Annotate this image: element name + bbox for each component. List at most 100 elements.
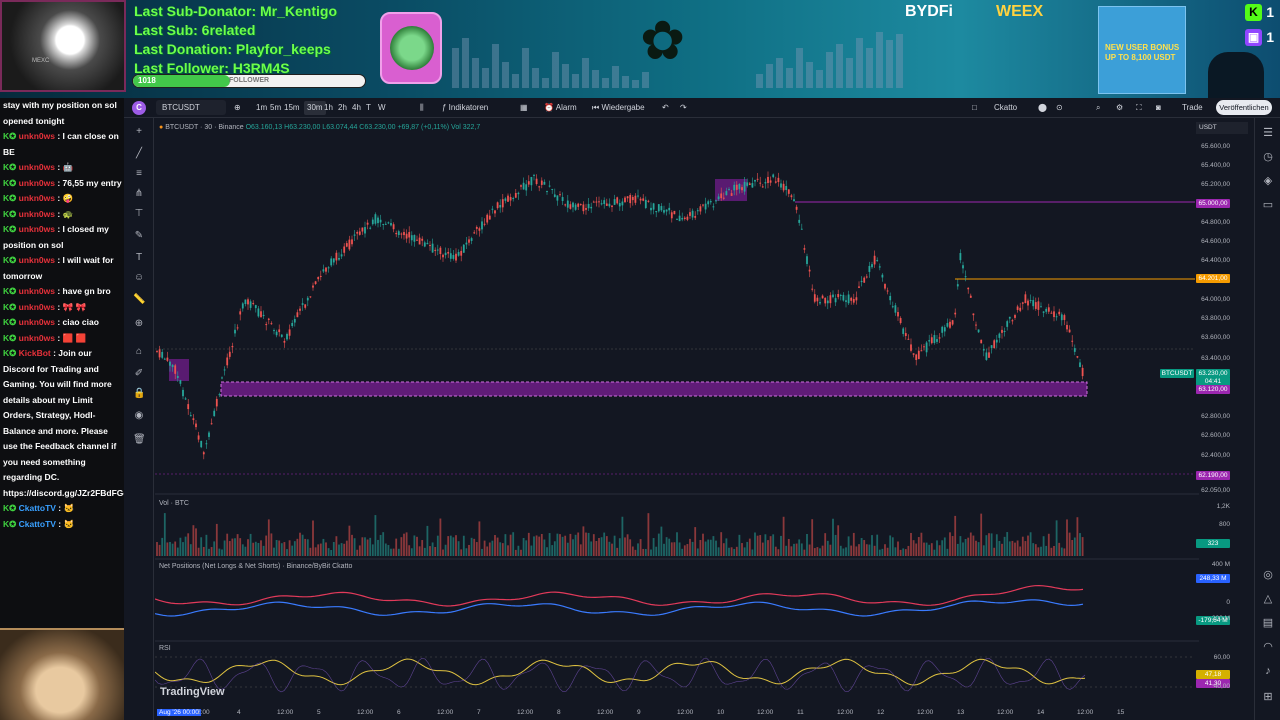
emoji-icon[interactable]: ☺: [133, 272, 145, 284]
text-icon[interactable]: T: [133, 252, 145, 264]
interval-1m[interactable]: 1m: [256, 101, 267, 115]
candle-body: [910, 344, 912, 351]
interval-30m[interactable]: 30m: [304, 101, 326, 115]
lock-draw-icon[interactable]: ✐: [133, 368, 145, 380]
chat-username[interactable]: unkn0ws: [19, 178, 55, 188]
volume-bar: [873, 545, 876, 556]
triangle-icon[interactable]: △: [1261, 592, 1275, 606]
chat-username[interactable]: CkattoTV: [19, 503, 56, 513]
more-icon[interactable]: ⊙: [1056, 101, 1063, 115]
broadcast-icon[interactable]: ◠: [1261, 640, 1275, 654]
watchlist-icon[interactable]: ☰: [1261, 126, 1275, 140]
chat-username[interactable]: KickBot: [19, 348, 51, 358]
chat-username[interactable]: unkn0ws: [19, 255, 55, 265]
chat-username[interactable]: unkn0ws: [19, 224, 55, 234]
search-icon[interactable]: ⌕: [1096, 101, 1100, 115]
interval-1h[interactable]: 1h: [324, 101, 333, 115]
pitchfork-icon[interactable]: ⋔: [133, 188, 145, 200]
volume-bar: [611, 543, 613, 556]
candle-body: [1008, 316, 1011, 319]
interval-2h[interactable]: 2h: [338, 101, 347, 115]
candle-body: [452, 255, 455, 259]
target-icon[interactable]: ◎: [1261, 568, 1275, 582]
chat-username[interactable]: unkn0ws: [19, 193, 55, 203]
stream-overlay: MEXC Last Sub-Donator: Mr_Kentigo Last S…: [0, 0, 1280, 98]
zoom-icon[interactable]: ⊕: [133, 318, 145, 330]
last-sub-donator: Last Sub-Donator: Mr_Kentigo: [134, 3, 337, 19]
chat-username[interactable]: unkn0ws: [19, 209, 55, 219]
chat-username[interactable]: CkattoTV: [19, 519, 56, 529]
alarm-button[interactable]: ⏰ Alarm: [544, 101, 577, 115]
interval-W[interactable]: W: [378, 101, 386, 115]
price-axis[interactable]: 65.600,00 65.400,00 65.200,00 64.800,00 64.6…: [1160, 119, 1254, 709]
volume-bar: [798, 539, 801, 556]
crosshair-icon[interactable]: +: [133, 126, 145, 138]
bell-icon[interactable]: ♪: [1261, 664, 1275, 678]
chat-username[interactable]: unkn0ws: [19, 302, 55, 312]
volume-bar: [455, 535, 457, 556]
brush-icon[interactable]: ✎: [133, 230, 145, 242]
candle-body: [546, 191, 548, 193]
alerts-clock-icon[interactable]: ◷: [1261, 150, 1275, 164]
horizontal-lines-icon[interactable]: ≡: [133, 168, 145, 180]
candle-body: [439, 247, 442, 255]
fib-icon[interactable]: ⊤: [133, 208, 145, 220]
candle-body: [748, 183, 751, 186]
price-level-label: 62.400,00: [1201, 452, 1230, 459]
time-axis[interactable]: Aug '26 00:00 2:00 4 12:00 5 12:00 6 12:00 7 12:0…: [155, 707, 1199, 720]
interval-T[interactable]: T: [366, 101, 371, 115]
interval-15m[interactable]: 15m: [284, 101, 300, 115]
chat-username[interactable]: unkn0ws: [19, 131, 55, 141]
chat-icon[interactable]: ▭: [1261, 198, 1275, 212]
chat-username[interactable]: unkn0ws: [19, 317, 55, 327]
layout-square-icon[interactable]: □: [972, 101, 977, 115]
toggle-circle-icon[interactable]: ⬤: [1038, 101, 1047, 115]
layers-icon[interactable]: ◈: [1261, 174, 1275, 188]
interval-5m[interactable]: 5m: [270, 101, 281, 115]
bar-type-icon[interactable]: ⫼: [420, 101, 424, 115]
trade-button[interactable]: Trade: [1178, 100, 1207, 115]
promo-card: NEW USER BONUS UP TO 8,100 USDT: [1098, 6, 1186, 94]
magnet-icon[interactable]: ⌂: [133, 346, 145, 358]
replay-button[interactable]: ⏮ Wiedergabe: [592, 101, 645, 115]
chat-username[interactable]: unkn0ws: [19, 333, 55, 343]
symbol-search[interactable]: BTCUSDT: [156, 100, 226, 115]
chart-area[interactable]: ● BTCUSDT · 30 · Binance O63.160,13 H63.…: [155, 119, 1199, 709]
chat-username[interactable]: unkn0ws: [19, 286, 55, 296]
profile-icon[interactable]: C: [132, 101, 146, 115]
help-icon[interactable]: ⊞: [1261, 690, 1275, 704]
calendar-icon[interactable]: ▤: [1261, 616, 1275, 630]
volume-bar: [509, 534, 512, 556]
trendline-icon[interactable]: ╱: [133, 148, 145, 160]
volume-bar: [174, 541, 177, 556]
ruler-icon[interactable]: 📏: [133, 294, 145, 306]
price-chart[interactable]: [155, 119, 1199, 709]
volume-bar: [205, 534, 208, 556]
chat-username[interactable]: unkn0ws: [19, 162, 55, 172]
currency-select[interactable]: USDT: [1196, 122, 1248, 134]
camera-icon[interactable]: ◙: [1156, 101, 1161, 115]
settings-icon[interactable]: ⚙: [1116, 101, 1123, 115]
sponsor-bydfi-logo: BYDFi: [905, 3, 953, 20]
volume-bar: [449, 535, 452, 556]
account-name[interactable]: Ckatto: [994, 101, 1017, 115]
time-label: 7: [477, 709, 481, 716]
time-label: 12:00: [1077, 709, 1094, 716]
interval-4h[interactable]: 4h: [352, 101, 361, 115]
indicators-button[interactable]: ƒ Indikatoren: [442, 101, 488, 115]
publish-button[interactable]: Veröffentlichen: [1216, 100, 1272, 115]
fullscreen-icon[interactable]: ⛶: [1136, 101, 1142, 115]
trash-icon[interactable]: 🗑: [133, 434, 146, 446]
add-symbol-icon[interactable]: ⊕: [234, 101, 241, 115]
kick-badge-icon: K✪: [3, 286, 19, 296]
candle-body: [475, 227, 478, 229]
layout-grid-icon[interactable]: ▦: [520, 101, 528, 115]
candle-body: [959, 253, 962, 261]
redo-icon[interactable]: ↷: [680, 101, 687, 115]
undo-icon[interactable]: ↶: [662, 101, 669, 115]
candle-body: [556, 195, 559, 201]
volume-bar: [491, 540, 494, 556]
candle-body: [416, 239, 418, 241]
eye-icon[interactable]: ◉: [133, 410, 145, 422]
lock-icon[interactable]: 🔒: [133, 388, 145, 400]
